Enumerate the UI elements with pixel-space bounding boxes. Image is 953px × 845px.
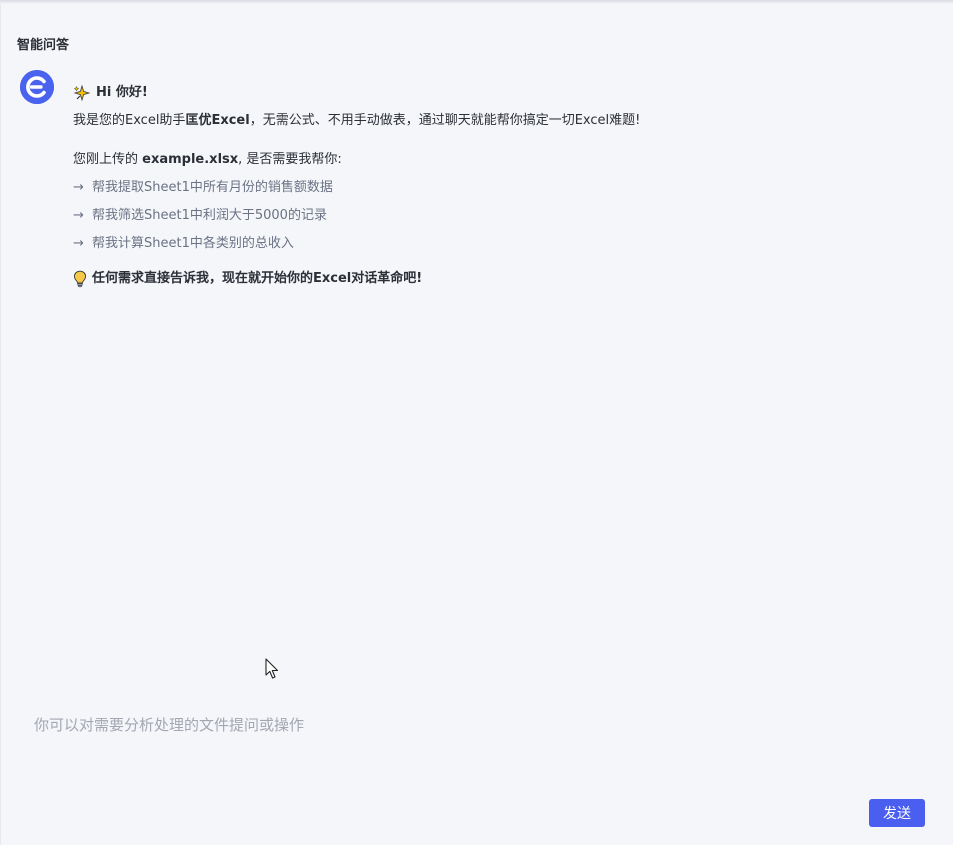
page-title: 智能问答: [17, 38, 70, 53]
suggestion-item[interactable]: → 帮我计算Sheet1中各类别的总收入: [73, 235, 833, 253]
arrow-right-icon: →: [73, 208, 84, 223]
suggestion-text: 帮我筛选Sheet1中利润大于5000的记录: [92, 208, 327, 223]
mouse-pointer-icon: [265, 658, 279, 679]
intro-suffix: ，无需公式、不用手动做表，通过聊天就能帮你搞定一切Excel难题!: [249, 113, 641, 128]
upload-prefix: 您刚上传的: [73, 152, 143, 167]
intro-prefix: 我是您的Excel助手: [73, 113, 186, 128]
brand-name: 匡优Excel: [185, 113, 250, 128]
tip-text: 任何需求直接告诉我，现在就开始你的Excel对话革命吧!: [92, 271, 423, 286]
lightbulb-icon: [73, 270, 87, 288]
intro-line: 我是您的Excel助手匡优Excel，无需公式、不用手动做表，通过聊天就能帮你搞…: [73, 112, 833, 130]
send-button[interactable]: 发送: [869, 799, 925, 827]
suggestion-item[interactable]: → 帮我筛选Sheet1中利润大于5000的记录: [73, 207, 833, 225]
greeting-line: Hi 你好!: [73, 84, 833, 102]
tip-line: 任何需求直接告诉我，现在就开始你的Excel对话革命吧!: [73, 270, 833, 288]
top-edge-shadow: [0, 0, 953, 4]
upload-suffix: , 是否需要我帮你:: [238, 152, 342, 167]
uploaded-filename: example.xlsx: [142, 152, 239, 167]
assistant-avatar: [20, 70, 54, 104]
suggestion-text: 帮我提取Sheet1中所有月份的销售额数据: [92, 180, 333, 195]
chat-input[interactable]: [24, 706, 924, 776]
arrow-right-icon: →: [73, 180, 84, 195]
arrow-right-icon: →: [73, 236, 84, 251]
suggestion-item[interactable]: → 帮我提取Sheet1中所有月份的销售额数据: [73, 179, 833, 197]
excel-assistant-logo-icon: [20, 70, 54, 104]
assistant-message: Hi 你好! 我是您的Excel助手匡优Excel，无需公式、不用手动做表，通过…: [73, 84, 833, 288]
greeting-text: Hi 你好!: [96, 85, 148, 100]
suggestion-text: 帮我计算Sheet1中各类别的总收入: [92, 236, 294, 251]
upload-line: 您刚上传的 example.xlsx, 是否需要我帮你:: [73, 151, 833, 169]
sparkle-icon: [73, 84, 91, 102]
left-divider: [0, 4, 1, 845]
